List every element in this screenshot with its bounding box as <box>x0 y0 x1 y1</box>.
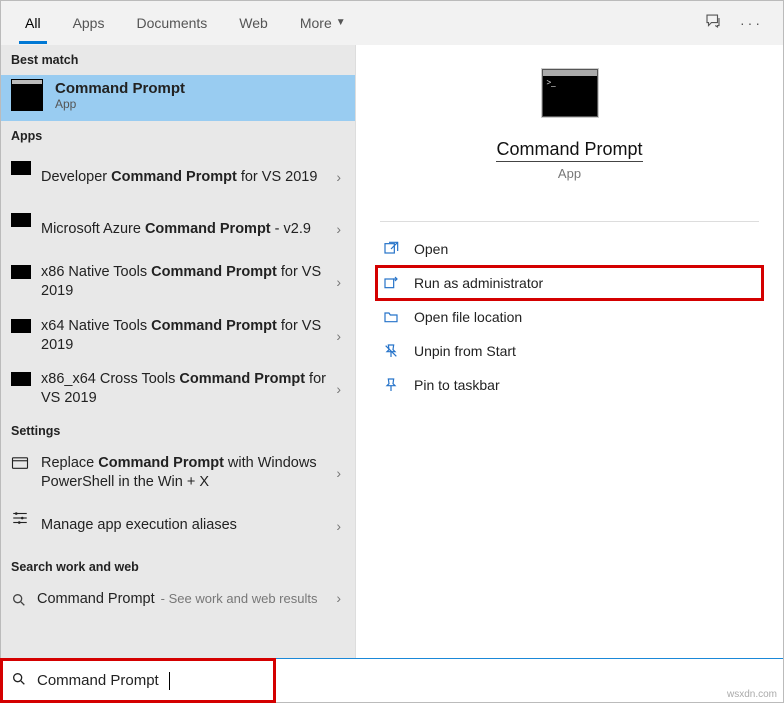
command-prompt-icon <box>11 79 43 111</box>
list-item-text: Microsoft Azure Command Prompt - v2.9 <box>41 220 330 239</box>
text-cursor <box>169 672 170 690</box>
best-match-title: Command Prompt <box>55 80 185 97</box>
chevron-right-icon[interactable]: › <box>330 381 347 397</box>
command-prompt-icon <box>11 213 31 227</box>
details-pane: Command Prompt App Open Run as administra… <box>355 45 783 658</box>
apps-list-item[interactable]: x86_x64 Cross Tools Command Prompt for V… <box>1 362 355 416</box>
actions-list: Open Run as administrator Open file locati… <box>356 222 783 412</box>
action-label: Run as administrator <box>414 275 543 291</box>
list-item-text: x86_x64 Cross Tools Command Prompt for V… <box>41 370 330 408</box>
tab-more[interactable]: More ▼ <box>284 1 362 44</box>
section-header-apps: Apps <box>1 121 355 151</box>
list-item-text: Replace Command Prompt with Windows Powe… <box>41 454 330 492</box>
command-prompt-icon <box>11 319 31 333</box>
pin-icon <box>382 376 400 394</box>
list-item-text: x86 Native Tools Command Prompt for VS 2… <box>41 263 330 301</box>
best-match-text: Command Prompt App <box>55 80 185 111</box>
best-match-subtitle: App <box>55 97 185 111</box>
search-icon <box>11 671 27 690</box>
settings-list-item[interactable]: Replace Command Prompt with Windows Powe… <box>1 446 355 500</box>
section-header-best-match: Best match <box>1 45 355 75</box>
web-result-label: Command Prompt <box>37 590 155 609</box>
action-unpin[interactable]: Unpin from Start <box>376 334 763 368</box>
tab-apps[interactable]: Apps <box>57 1 121 44</box>
apps-list-item[interactable]: Microsoft Azure Command Prompt - v2.9› <box>1 203 355 255</box>
chevron-right-icon[interactable]: › <box>330 221 347 237</box>
details-subtitle: App <box>558 166 581 181</box>
command-prompt-icon <box>11 372 31 386</box>
chevron-right-icon[interactable]: › <box>330 518 347 534</box>
chevron-right-icon[interactable]: › <box>330 274 347 290</box>
tab-label: Documents <box>136 15 207 31</box>
apps-list-item[interactable]: Developer Command Prompt for VS 2019› <box>1 151 355 203</box>
search-row: Command Prompt <box>1 658 783 702</box>
tab-label: Apps <box>73 15 105 31</box>
list-item-text: x64 Native Tools Command Prompt for VS 2… <box>41 317 330 355</box>
settings-list-item[interactable]: Manage app execution aliases› <box>1 500 355 552</box>
top-right-controls: ··· <box>704 1 775 44</box>
apps-list-item[interactable]: x64 Native Tools Command Prompt for VS 2… <box>1 309 355 363</box>
search-input-text: Command Prompt <box>37 672 159 689</box>
tab-all[interactable]: All <box>9 1 57 44</box>
list-item-text: Developer Command Prompt for VS 2019 <box>41 168 330 187</box>
tab-label: All <box>25 15 41 31</box>
chevron-down-icon: ▼ <box>336 17 346 28</box>
action-label: Unpin from Start <box>414 343 516 359</box>
action-pin[interactable]: Pin to taskbar <box>376 368 763 402</box>
tab-label: Web <box>239 15 268 31</box>
section-header-web: Search work and web <box>1 552 355 582</box>
command-prompt-icon <box>11 265 31 279</box>
chevron-right-icon[interactable]: › <box>330 169 347 185</box>
tab-label: More <box>300 15 332 31</box>
command-prompt-icon <box>542 69 598 117</box>
web-result-item[interactable]: Command Prompt - See work and web result… <box>1 582 355 615</box>
settings-item-icon <box>11 456 31 470</box>
tab-bar: All Apps Documents Web More ▼ ··· <box>1 1 783 45</box>
chevron-right-icon[interactable]: › <box>330 328 347 344</box>
chevron-right-icon[interactable]: › <box>330 590 347 606</box>
watermark: wsxdn.com <box>727 689 777 700</box>
action-label: Pin to taskbar <box>414 377 500 393</box>
search-box[interactable]: Command Prompt <box>1 659 275 702</box>
overflow-icon[interactable]: ··· <box>740 15 763 31</box>
results-pane: Best match Command Prompt App Apps Devel… <box>1 45 355 658</box>
open-icon <box>382 240 400 258</box>
action-folder[interactable]: Open file location <box>376 300 763 334</box>
tab-documents[interactable]: Documents <box>120 1 223 44</box>
folder-icon <box>382 308 400 326</box>
unpin-icon <box>382 342 400 360</box>
settings-item-icon <box>11 510 31 524</box>
section-header-settings: Settings <box>1 416 355 446</box>
details-header: Command Prompt App <box>356 69 783 205</box>
chevron-right-icon[interactable]: › <box>330 465 347 481</box>
action-admin[interactable]: Run as administrator <box>376 266 763 300</box>
list-item-text: Manage app execution aliases <box>41 516 330 535</box>
apps-list-item[interactable]: x86 Native Tools Command Prompt for VS 2… <box>1 255 355 309</box>
command-prompt-icon <box>11 161 31 175</box>
action-open[interactable]: Open <box>376 232 763 266</box>
search-icon <box>11 592 27 611</box>
admin-icon <box>382 274 400 292</box>
web-result-hint: - See work and web results <box>161 591 318 608</box>
feedback-icon[interactable] <box>704 12 722 33</box>
best-match-item[interactable]: Command Prompt App <box>1 75 355 121</box>
action-label: Open <box>414 241 448 257</box>
details-title[interactable]: Command Prompt <box>496 139 642 162</box>
web-result-text: Command Prompt - See work and web result… <box>37 590 330 609</box>
tab-web[interactable]: Web <box>223 1 284 44</box>
action-label: Open file location <box>414 309 522 325</box>
